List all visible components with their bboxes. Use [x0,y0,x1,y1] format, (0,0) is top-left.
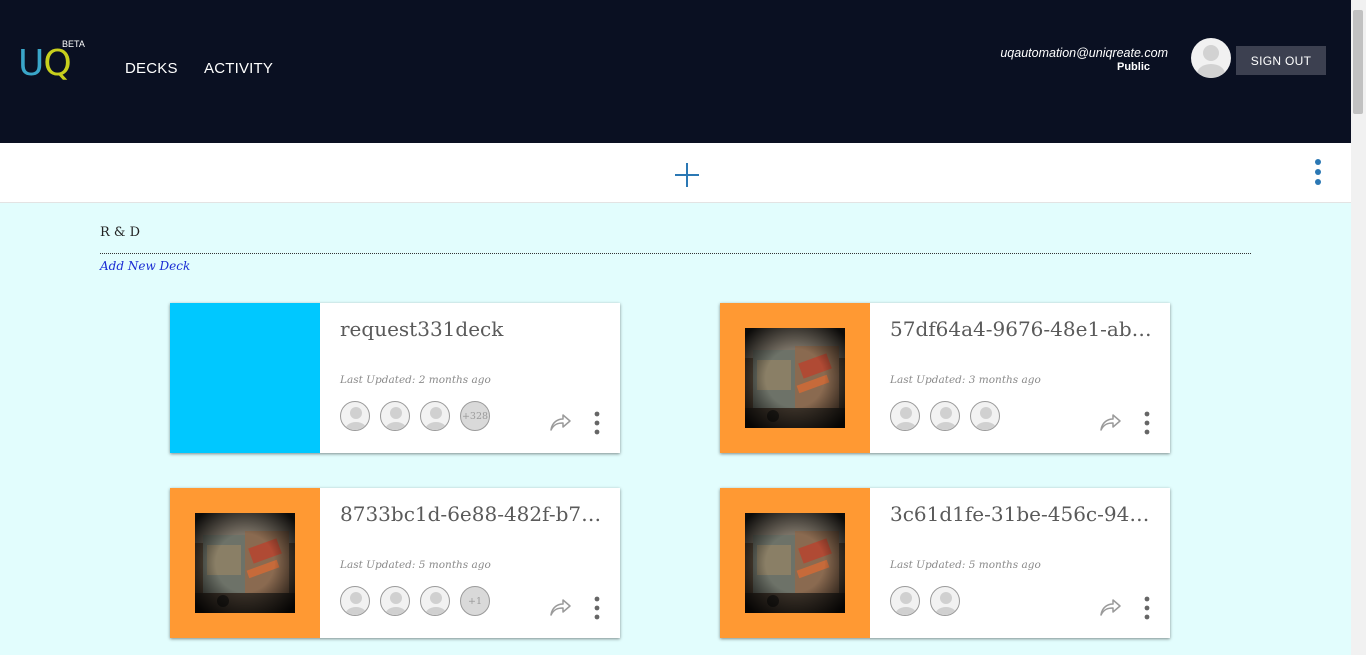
group-title: R & D [100,225,141,240]
user-email: uqautomation@uniqreate.com [1000,46,1168,60]
deck-title[interactable]: request331deck [340,317,612,341]
person-icon [1197,45,1225,78]
deck-members [890,401,1000,431]
deck-last-updated: Last Updated: 2 months ago [340,374,491,386]
deck-toolbar [0,143,1351,203]
deck-card[interactable]: 3c61d1fe-31be-456c-942f-... Last Updated… [720,488,1170,638]
person-icon [935,592,957,615]
deck-title[interactable]: 57df64a4-9676-48e1-abb5... [890,317,1162,341]
person-icon [345,592,367,615]
member-avatar [970,401,1000,431]
person-icon [425,592,447,615]
share-icon[interactable] [548,598,572,618]
member-avatar [340,586,370,616]
vertical-dots-icon[interactable] [1308,158,1328,188]
sign-out-button[interactable]: SIGN OUT [1236,46,1326,75]
deck-photo [195,513,295,613]
member-avatar [890,401,920,431]
more-members-badge[interactable]: +1 [460,586,490,616]
person-icon [385,592,407,615]
deck-title[interactable]: 8733bc1d-6e88-482f-b7d... [340,502,612,526]
deck-members: +328 [340,401,490,431]
deck-last-updated: Last Updated: 5 months ago [890,559,1041,571]
person-icon [425,407,447,430]
vertical-dots-icon[interactable] [1140,596,1154,620]
member-avatar [890,586,920,616]
deck-thumbnail[interactable] [720,303,870,453]
person-icon [935,407,957,430]
nav-decks[interactable]: DECKS [125,60,178,77]
app-logo[interactable]: UQ [18,44,72,84]
vertical-dots-icon[interactable] [1140,411,1154,435]
visibility-label: Public [1116,61,1150,73]
deck-card[interactable]: 57df64a4-9676-48e1-abb5... Last Updated:… [720,303,1170,453]
top-header: UQ BETA DECKS ACTIVITY uqautomation@uniq… [0,0,1351,143]
deck-thumbnail[interactable] [170,303,320,453]
person-icon [895,592,917,615]
deck-thumbnail[interactable] [170,488,320,638]
member-avatar [420,401,450,431]
deck-members [890,586,960,616]
deck-card[interactable]: request331deck Last Updated: 2 months ag… [170,303,620,453]
beta-badge: BETA [62,39,85,49]
plus-icon[interactable] [672,160,702,190]
share-icon[interactable] [548,413,572,433]
share-icon[interactable] [1098,413,1122,433]
member-avatar [420,586,450,616]
nav-activity[interactable]: ACTIVITY [204,60,273,77]
person-icon [385,407,407,430]
person-icon [345,407,367,430]
deck-photo [745,328,845,428]
scrollbar-thumb[interactable] [1353,10,1363,114]
deck-last-updated: Last Updated: 3 months ago [890,374,1041,386]
more-members-badge[interactable]: +328 [460,401,490,431]
deck-photo [745,513,845,613]
deck-card[interactable]: 8733bc1d-6e88-482f-b7d... Last Updated: … [170,488,620,638]
member-avatar [380,401,410,431]
vertical-dots-icon[interactable] [590,411,604,435]
member-avatar [380,586,410,616]
deck-title[interactable]: 3c61d1fe-31be-456c-942f-... [890,502,1162,526]
deck-members: +1 [340,586,490,616]
user-avatar[interactable] [1191,38,1231,78]
member-avatar [340,401,370,431]
member-avatar [930,586,960,616]
member-avatar [930,401,960,431]
vertical-dots-icon[interactable] [590,596,604,620]
add-new-deck-link[interactable]: Add New Deck [100,259,190,273]
person-icon [975,407,997,430]
deck-last-updated: Last Updated: 5 months ago [340,559,491,571]
deck-thumbnail[interactable] [720,488,870,638]
person-icon [895,407,917,430]
group-divider [100,253,1251,254]
share-icon[interactable] [1098,598,1122,618]
